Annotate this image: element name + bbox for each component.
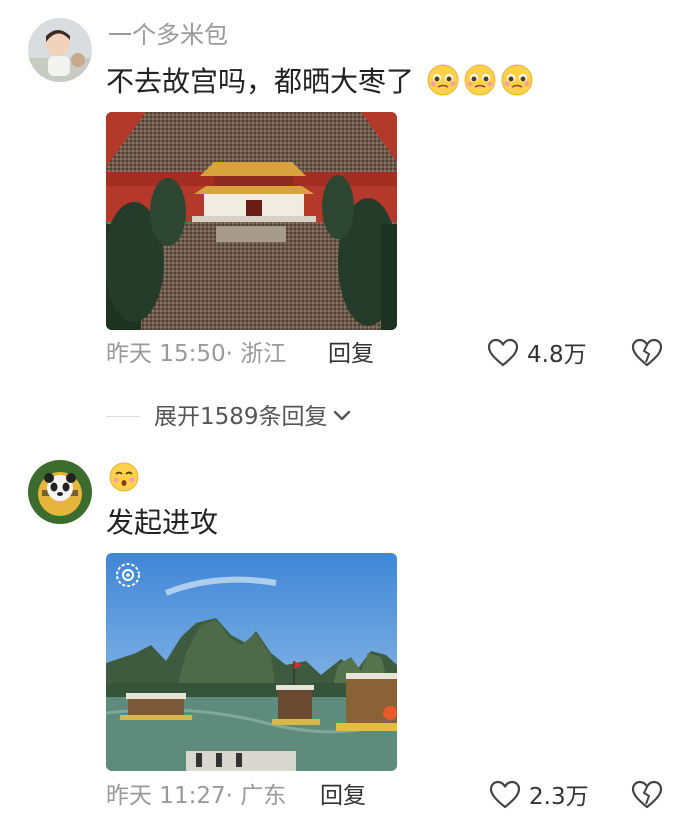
divider (106, 416, 140, 417)
dislike-button[interactable] (631, 338, 663, 372)
expand-replies-button[interactable]: 展开1589条回复 (154, 403, 352, 431)
like-button[interactable]: 4.8万 (487, 338, 587, 372)
chevron-down-icon (332, 408, 352, 427)
like-button[interactable]: 2.3万 (489, 780, 589, 814)
karst-river-boats-photo[interactable] (106, 553, 397, 771)
comment-time: 昨天 15:50 (106, 341, 226, 367)
comment-text: 不去故宫吗，都晒大枣了 (106, 63, 534, 99)
reply-button[interactable]: 回复 (328, 340, 374, 368)
comment-time: 昨天 11:27 (106, 783, 226, 809)
heart-icon (489, 780, 521, 814)
comment-timestamp: 昨天 11:27· 广东 (106, 782, 286, 810)
pleading-face-emoji (463, 63, 497, 97)
pleading-face-emoji (500, 63, 534, 97)
dislike-button[interactable] (631, 780, 663, 814)
comment-timestamp: 昨天 15:50· 浙江 (106, 340, 286, 368)
comment-username[interactable]: 一个多米包 (108, 20, 228, 50)
avatar[interactable] (28, 18, 92, 82)
reply-button[interactable]: 回复 (320, 782, 366, 810)
expand-replies-label: 展开1589条回复 (154, 404, 328, 430)
broken-heart-icon (631, 780, 663, 814)
like-count: 2.3万 (529, 784, 589, 810)
broken-heart-icon (631, 338, 663, 372)
heart-icon (487, 338, 519, 372)
comment-text-content: 不去故宫吗，都晒大枣了 (106, 65, 415, 98)
kissing-face-emoji (108, 461, 140, 497)
pleading-face-emoji (426, 63, 460, 97)
avatar[interactable] (28, 460, 92, 524)
comment-location: · 浙江 (225, 341, 287, 367)
forbidden-city-crowd-photo[interactable] (106, 112, 397, 330)
comment-text: 发起进攻 (106, 506, 219, 539)
like-count: 4.8万 (527, 342, 587, 368)
comment-location: · 广东 (225, 783, 287, 809)
